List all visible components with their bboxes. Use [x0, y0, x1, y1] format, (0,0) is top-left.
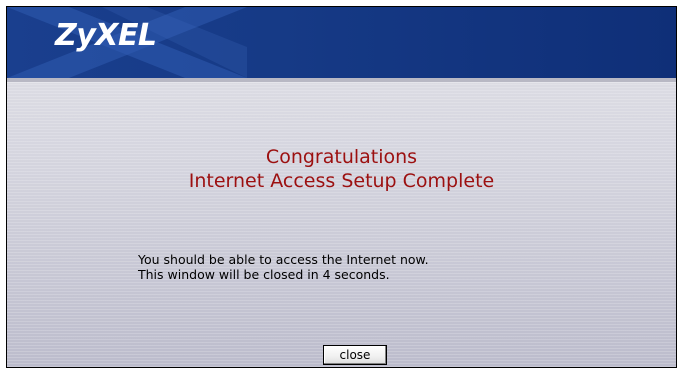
setup-complete-window: ZyXEL Congratulations Internet Access Se… [6, 6, 677, 368]
header-divider [7, 78, 676, 83]
congratulations-title: Congratulations [265, 146, 418, 168]
status-message: You should be able to access the Interne… [138, 252, 429, 282]
setup-complete-title: Internet Access Setup Complete [188, 170, 495, 192]
status-heading: Congratulations Internet Access Setup Co… [7, 145, 676, 193]
message-line-access: You should be able to access the Interne… [138, 252, 429, 267]
zyxel-logo: ZyXEL [55, 18, 157, 53]
message-line-countdown: This window will be closed in 4 seconds. [138, 267, 390, 282]
header-banner: ZyXEL [7, 7, 676, 78]
close-button[interactable]: close [323, 345, 387, 365]
